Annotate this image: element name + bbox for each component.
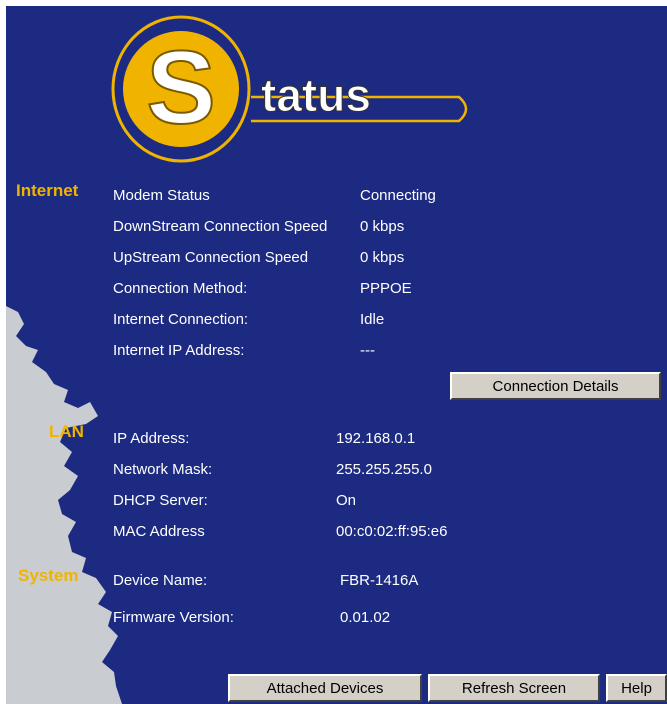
firmware-version-value: 0.01.02	[340, 609, 391, 626]
logo-letter: S	[146, 30, 215, 146]
lan-ip-value: 192.168.0.1	[336, 430, 416, 447]
lan-ip-label: IP Address:	[113, 430, 190, 447]
mac-address-value: 00:c0:02:ff:95:e6	[336, 523, 448, 540]
device-name-label: Device Name:	[113, 572, 208, 589]
section-internet-heading: Internet	[16, 181, 79, 200]
dhcp-server-value: On	[336, 492, 357, 509]
status-logo: S tatus	[111, 15, 468, 163]
modem-status-label: Modem Status	[113, 187, 210, 204]
connection-details-button[interactable]: Connection Details	[450, 372, 661, 400]
internet-connection-label: Internet Connection:	[113, 311, 249, 328]
firmware-version-label: Firmware Version:	[113, 609, 234, 626]
internet-ip-value: ---	[360, 342, 375, 359]
modem-status-value: Connecting	[360, 187, 436, 204]
section-lan-heading: LAN	[49, 422, 84, 441]
help-button[interactable]: Help	[606, 674, 667, 702]
dhcp-server-label: DHCP Server:	[113, 492, 208, 509]
logo-word: tatus	[261, 69, 371, 121]
coastline-map-decoration	[6, 306, 122, 704]
mac-address-label: MAC Address	[113, 523, 205, 540]
downstream-speed-value: 0 kbps	[360, 218, 405, 235]
internet-ip-label: Internet IP Address:	[113, 342, 245, 359]
network-mask-value: 255.255.255.0	[336, 461, 432, 478]
network-mask-label: Network Mask:	[113, 461, 213, 478]
upstream-speed-label: UpStream Connection Speed	[113, 249, 309, 266]
connection-method-value: PPPOE	[360, 280, 412, 297]
downstream-speed-label: DownStream Connection Speed	[113, 218, 328, 235]
status-page: S tatus Internet LAN System Modem Status…	[6, 6, 667, 704]
refresh-screen-button[interactable]: Refresh Screen	[428, 674, 600, 702]
section-system-heading: System	[18, 566, 79, 585]
device-name-value: FBR-1416A	[340, 572, 419, 589]
upstream-speed-value: 0 kbps	[360, 249, 405, 266]
internet-connection-value: Idle	[360, 311, 385, 328]
connection-method-label: Connection Method:	[113, 280, 248, 297]
attached-devices-button[interactable]: Attached Devices	[228, 674, 422, 702]
